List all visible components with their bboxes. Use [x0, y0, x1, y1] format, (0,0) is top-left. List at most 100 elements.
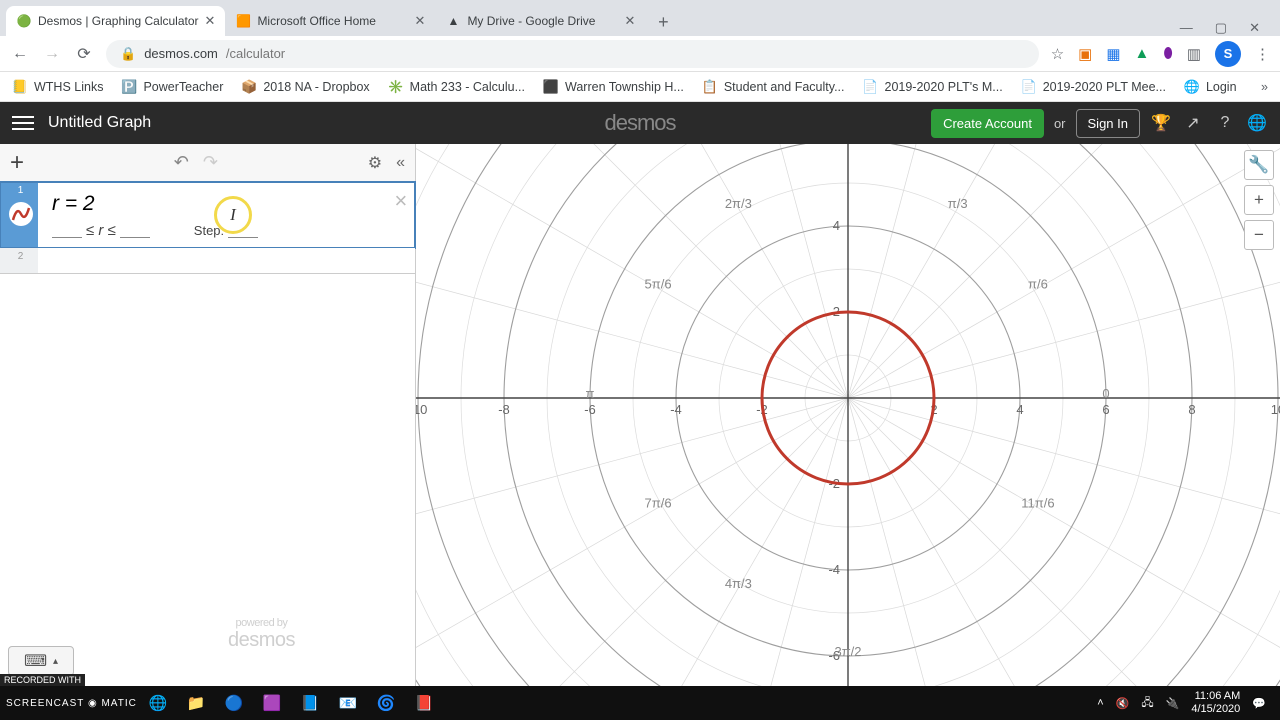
svg-text:π/3: π/3	[948, 196, 968, 211]
slider-range-text: ≤ r ≤	[86, 222, 116, 239]
language-icon[interactable]: 🌐	[1246, 112, 1268, 134]
bookmark[interactable]: 📦2018 NA - Dropbox	[241, 79, 369, 95]
taskbar-explorer-icon[interactable]: 📁	[179, 689, 213, 717]
back-button[interactable]: ←	[10, 44, 30, 64]
slider-bounds[interactable]: ≤ r ≤ Step:	[52, 222, 403, 239]
bookmark[interactable]: 🅿️PowerTeacher	[121, 79, 223, 95]
keyboard-toggle[interactable]: ⌨ ▴	[8, 646, 74, 676]
ext-icon[interactable]: ▣	[1078, 45, 1092, 63]
recorder-brand: SCREENCAST ◉ MATIC	[6, 698, 137, 709]
ext-icon[interactable]: ⬮	[1163, 45, 1172, 62]
lock-icon: 🔒	[120, 46, 136, 62]
graph-title[interactable]: Untitled Graph	[48, 114, 151, 132]
ext-icon[interactable]: ▲	[1135, 45, 1150, 62]
browser-tab[interactable]: ▲ My Drive - Google Drive ✕	[435, 6, 645, 36]
share-icon[interactable]: ↗	[1182, 112, 1204, 134]
tray-network-icon[interactable]: 🖧	[1141, 694, 1153, 713]
svg-text:4: 4	[833, 218, 840, 233]
bookmark[interactable]: 📋Student and Faculty...	[702, 79, 845, 95]
bookmark[interactable]: ✳️Math 233 - Calculu...	[388, 79, 525, 95]
reload-button[interactable]: ⟳	[74, 44, 94, 64]
slider-step-input[interactable]	[228, 224, 258, 238]
tray-battery-icon[interactable]: 🔌	[1166, 697, 1180, 710]
recorder-badge: RECORDED WITH	[0, 674, 85, 686]
svg-text:π: π	[586, 386, 595, 401]
svg-text:0: 0	[1102, 386, 1109, 401]
powered-by: powered by desmos	[228, 617, 295, 652]
new-tab-button[interactable]: +	[649, 8, 677, 36]
gear-icon[interactable]: ⚙	[368, 153, 382, 173]
expression-equation[interactable]: r = 2	[52, 192, 403, 216]
taskbar-pdf-icon[interactable]: 📕	[407, 689, 441, 717]
taskbar-onenote-icon[interactable]: 🟪	[255, 689, 289, 717]
slider-min-input[interactable]	[52, 224, 82, 238]
svg-text:-6: -6	[584, 402, 596, 417]
clock-time: 11:06 AM	[1191, 690, 1240, 703]
browser-tab-strip: 🟢 Desmos | Graphing Calculator ✕ 🟧 Micro…	[0, 0, 1280, 36]
taskbar-app-icon[interactable]: 🌀	[369, 689, 403, 717]
forward-button[interactable]: →	[42, 44, 62, 64]
hamburger-icon[interactable]	[12, 116, 34, 130]
kebab-icon[interactable]: ⋮	[1255, 45, 1270, 63]
taskbar-chrome-icon[interactable]: 🔵	[217, 689, 251, 717]
zoom-out-button[interactable]: −	[1244, 220, 1274, 250]
ext-icon[interactable]: ▥	[1187, 45, 1201, 63]
slider-max-input[interactable]	[120, 224, 150, 238]
bookmark[interactable]: 🌐Login	[1184, 79, 1237, 95]
expression-body[interactable]	[38, 248, 415, 273]
close-icon[interactable]: ✕	[205, 13, 216, 29]
taskbar-clock[interactable]: 11:06 AM 4/15/2020	[1191, 690, 1240, 715]
tray-volume-icon[interactable]: 🔇	[1116, 697, 1130, 710]
tab-favicon: 🟧	[235, 13, 251, 29]
add-expression-button[interactable]: +	[10, 149, 24, 177]
expression-toolbar: + ↶ ↷ ⚙ «	[0, 144, 415, 182]
bookmark[interactable]: ⬛Warren Township H...	[543, 79, 684, 95]
bookmark[interactable]: 📒WTHS Links	[12, 79, 103, 95]
create-account-button[interactable]: Create Account	[931, 109, 1044, 138]
expression-row-empty[interactable]: 2	[0, 248, 415, 274]
taskbar-outlook-icon[interactable]: 📧	[331, 689, 365, 717]
taskbar-edge-icon[interactable]: 🌐	[141, 689, 175, 717]
ext-icon[interactable]: ▦	[1106, 45, 1120, 63]
step-label: Step:	[194, 223, 224, 238]
expression-row[interactable]: 1 r = 2 ≤ r ≤ Step: × I	[0, 182, 415, 248]
bookmark-icon: 📦	[241, 79, 257, 95]
bookmark[interactable]: 📄2019-2020 PLT Mee...	[1021, 79, 1166, 95]
browser-tab-active[interactable]: 🟢 Desmos | Graphing Calculator ✕	[6, 6, 225, 36]
trophy-icon[interactable]: 🏆	[1150, 112, 1172, 134]
close-window-icon[interactable]: ✕	[1249, 20, 1260, 36]
bookmarks-overflow-icon[interactable]: »	[1261, 80, 1268, 94]
notifications-icon[interactable]: 💬	[1252, 697, 1266, 710]
redo-icon[interactable]: ↷	[203, 152, 218, 173]
delete-expression-icon[interactable]: ×	[394, 188, 407, 214]
curve-color-icon[interactable]	[9, 202, 33, 226]
expression-index[interactable]: 1	[0, 182, 38, 247]
taskbar-app-icon[interactable]: 📘	[293, 689, 327, 717]
maximize-icon[interactable]: ▢	[1215, 20, 1227, 36]
bookmark[interactable]: 📄2019-2020 PLT's M...	[863, 79, 1003, 95]
close-icon[interactable]: ✕	[415, 13, 426, 29]
tab-title: Desmos | Graphing Calculator	[38, 14, 199, 28]
url-input[interactable]: 🔒 desmos.com/calculator	[106, 40, 1039, 68]
minimize-icon[interactable]: —	[1180, 20, 1193, 36]
close-icon[interactable]: ✕	[625, 13, 636, 29]
svg-text:-8: -8	[498, 402, 510, 417]
collapse-panel-icon[interactable]: «	[396, 154, 405, 172]
sign-in-button[interactable]: Sign In	[1076, 109, 1140, 138]
zoom-in-button[interactable]: +	[1244, 185, 1274, 215]
svg-text:10: 10	[1271, 402, 1280, 417]
url-path: /calculator	[226, 46, 285, 61]
tab-title: My Drive - Google Drive	[467, 14, 595, 28]
wrench-icon[interactable]: 🔧	[1244, 150, 1274, 180]
tab-title: Microsoft Office Home	[257, 14, 375, 28]
graph-canvas[interactable]: -10-8-6-4-2246810-6-4-2246π/6π/3π/22π/35…	[416, 144, 1280, 686]
help-icon[interactable]: ?	[1214, 112, 1236, 134]
star-icon[interactable]: ☆	[1051, 45, 1064, 63]
tray-chevron-icon[interactable]: ˄	[1097, 697, 1103, 709]
bookmarks-bar: 📒WTHS Links 🅿️PowerTeacher 📦2018 NA - Dr…	[0, 72, 1280, 102]
browser-tab[interactable]: 🟧 Microsoft Office Home ✕	[225, 6, 435, 36]
profile-avatar[interactable]: S	[1215, 41, 1241, 67]
expression-body[interactable]: r = 2 ≤ r ≤ Step: × I	[38, 182, 415, 247]
undo-icon[interactable]: ↶	[174, 152, 189, 173]
window-controls: — ▢ ✕	[1180, 20, 1274, 36]
